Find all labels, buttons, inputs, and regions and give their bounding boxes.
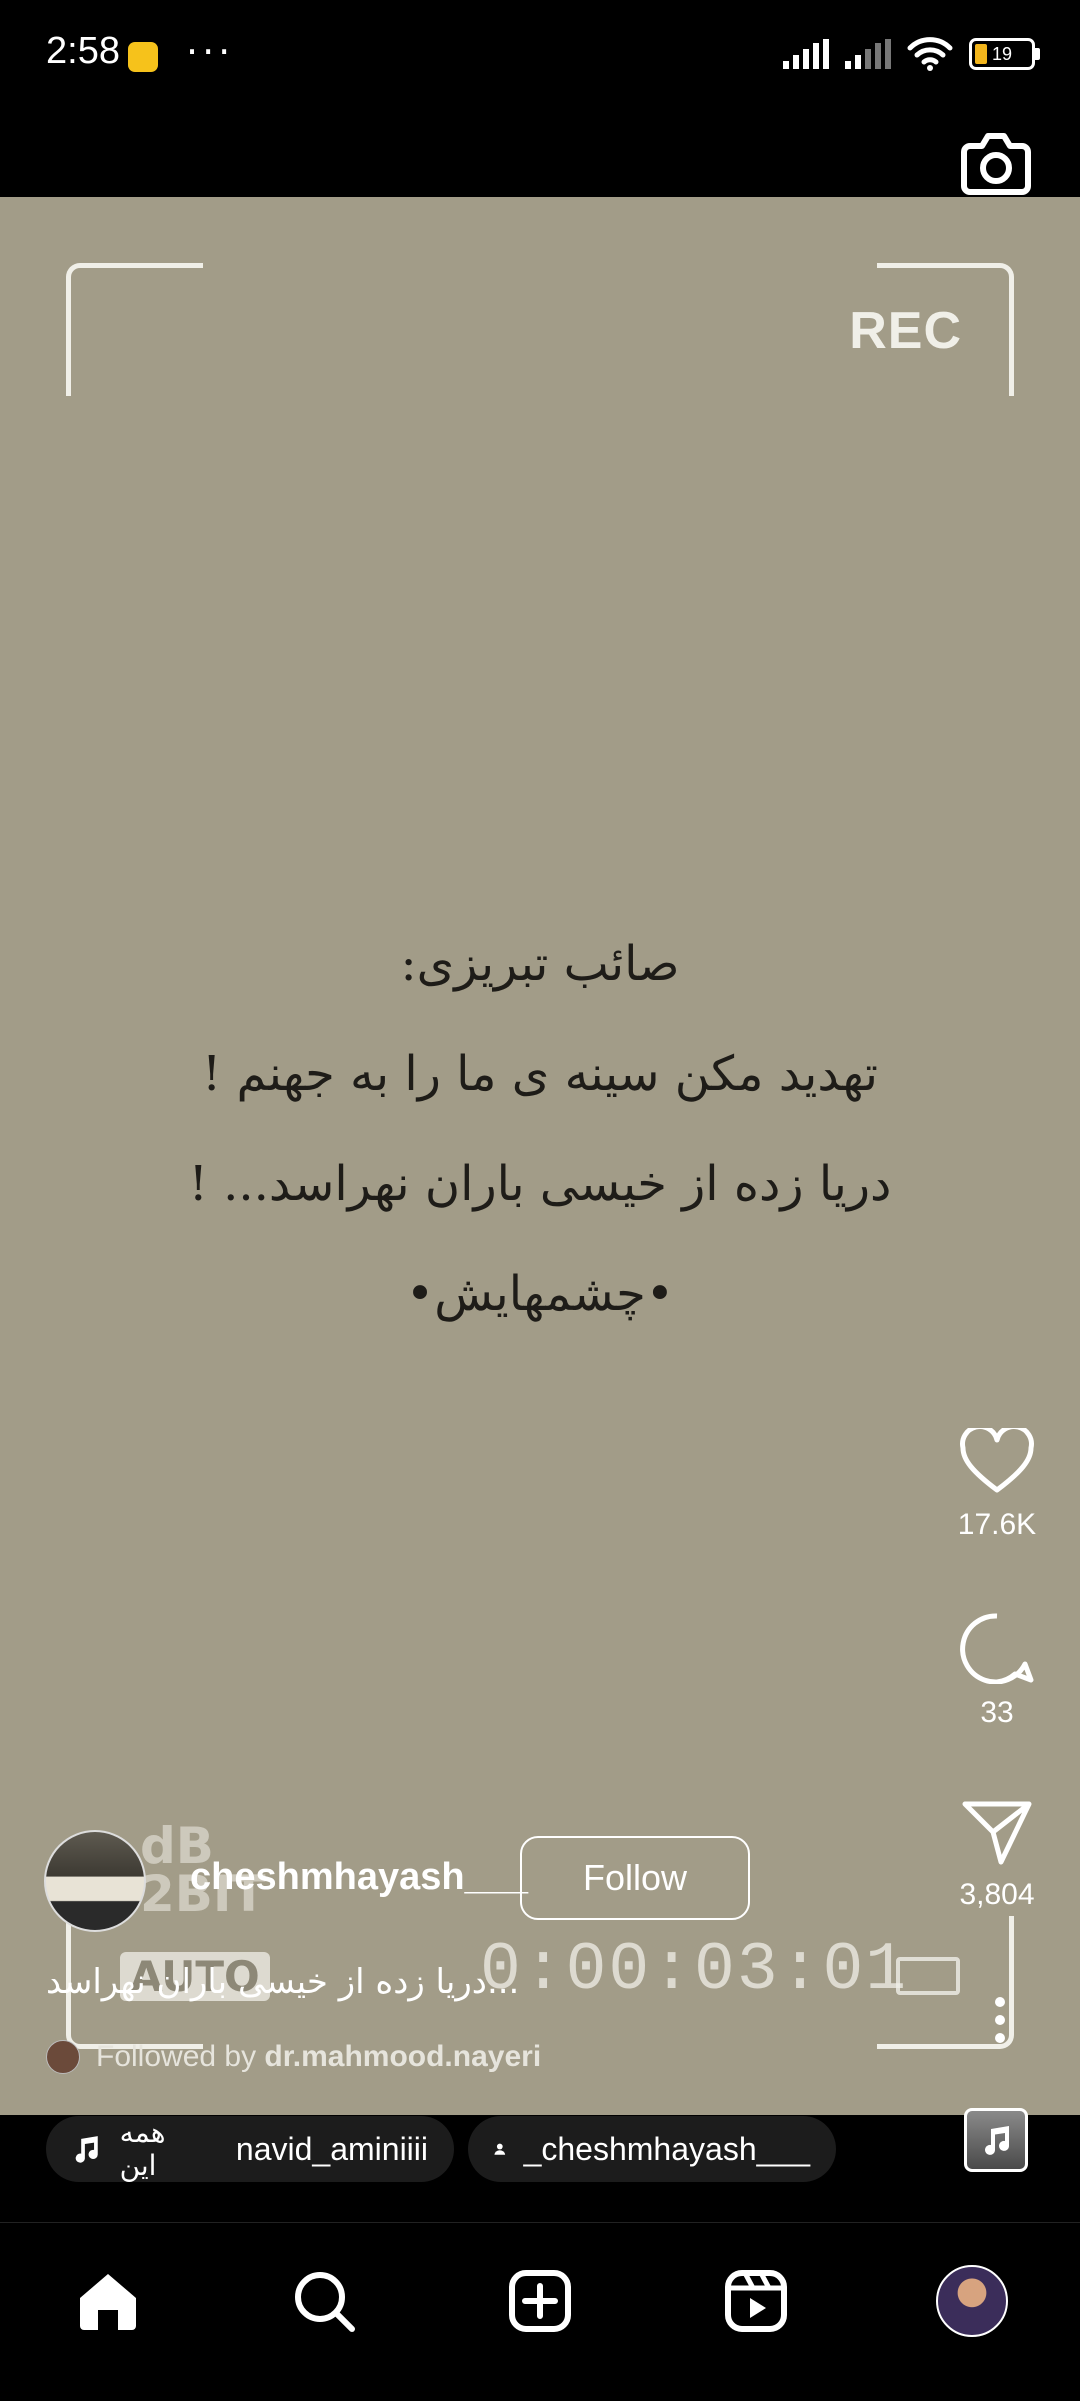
post-caption[interactable]: دریا زده از خیسی باران نهراسد... (46, 1962, 519, 2002)
comment-icon (960, 1613, 1034, 1685)
comment-button[interactable]: 33 (937, 1612, 1057, 1730)
more-notifications-icon: ··· (186, 30, 235, 74)
reels-icon (725, 2270, 787, 2332)
tagged-user-pill[interactable]: _cheshmhayash___ (468, 2116, 836, 2182)
nav-home[interactable] (68, 2261, 148, 2341)
profile-avatar (936, 2265, 1008, 2337)
poem-text: صائب تبریزی: تهدید مکن سینه ی ما را به ج… (0, 909, 1080, 1349)
status-bar: 2:58 ··· 19 (0, 0, 1080, 120)
camera-button[interactable] (960, 130, 1032, 200)
nav-search[interactable] (284, 2261, 364, 2341)
wifi-icon (907, 37, 953, 71)
signal-1-icon (783, 39, 829, 69)
home-icon (80, 2274, 136, 2330)
author-username[interactable]: cheshmhayash___ (190, 1856, 528, 1899)
signal-2-icon (845, 39, 891, 69)
heart-icon (960, 1424, 1034, 1493)
followed-by[interactable]: Followed by dr.mahmood.nayeri (46, 2040, 541, 2074)
audio-title: همه این (119, 2116, 166, 2182)
poem-line: تهدید مکن سینه ی ما را به جهنم ! (201, 1046, 878, 1102)
music-note-icon (75, 2136, 98, 2163)
video-overlay-timer: 0:00:03:01 (480, 1932, 909, 2009)
tagged-username: _cheshmhayash___ (523, 2130, 810, 2167)
poem-line: صائب تبریزی: (400, 936, 680, 992)
status-indicators: 19 (783, 36, 1040, 72)
app-notification-icon (128, 42, 158, 72)
share-button[interactable]: 3,804 (937, 1798, 1057, 1912)
like-button[interactable]: 17.6K (937, 1424, 1057, 1542)
poem-line: دریا زده از خیسی باران نهراسد... ! (188, 1156, 892, 1212)
audio-pill[interactable]: همه این navid_aminiiii (46, 2116, 454, 2182)
camera-icon (961, 133, 1031, 195)
followed-by-prefix: Followed by (96, 2040, 257, 2073)
battery-level: 19 (992, 43, 1013, 64)
poem-line: •چشمهایش• (405, 1266, 675, 1322)
like-count: 17.6K (957, 1508, 1037, 1541)
comment-count: 33 (980, 1696, 1014, 1729)
viewfinder-corner (66, 263, 203, 396)
nav-reels[interactable] (716, 2261, 796, 2341)
author-avatar[interactable] (44, 1830, 146, 1932)
followed-by-user: dr.mahmood.nayeri (264, 2040, 542, 2073)
more-vertical-icon (995, 1997, 1005, 2043)
video-overlay-battery-icon (896, 1957, 960, 1995)
music-note-icon (985, 2126, 1009, 2155)
follower-avatar (46, 2040, 80, 2074)
follow-button[interactable]: Follow (520, 1836, 750, 1920)
reel-video[interactable]: REC صائب تبریزی: تهدید مکن سینه ی ما را … (0, 197, 1080, 2115)
audio-thumbnail[interactable] (964, 2108, 1028, 2172)
rec-label: REC (849, 302, 962, 360)
battery-icon: 19 (969, 38, 1040, 70)
status-time: 2:58 (46, 30, 120, 72)
search-icon (295, 2272, 355, 2332)
send-icon (962, 1801, 1032, 1865)
share-count: 3,804 (959, 1878, 1035, 1911)
plus-square-icon (509, 2270, 571, 2332)
person-icon (494, 2143, 506, 2155)
bottom-nav (0, 2222, 1080, 2401)
nav-profile[interactable] (932, 2261, 1012, 2341)
more-button[interactable] (990, 1996, 1010, 2044)
audio-artist: navid_aminiiii (235, 2130, 428, 2167)
nav-create[interactable] (500, 2261, 580, 2341)
